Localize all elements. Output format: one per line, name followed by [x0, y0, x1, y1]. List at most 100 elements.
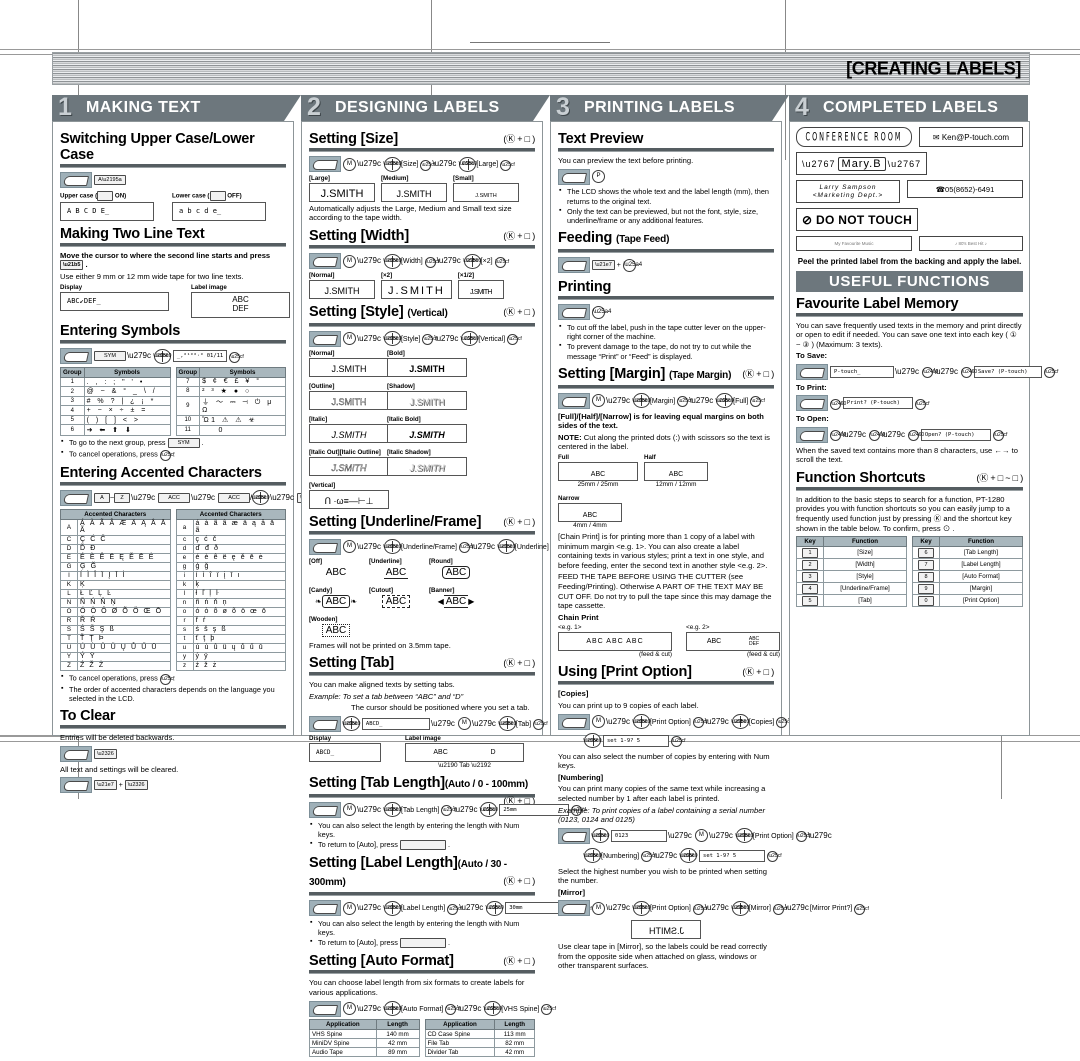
menu-key-icon[interactable]: M	[592, 902, 605, 915]
nav-key-icon[interactable]: \u25c0 \u25b6	[592, 828, 609, 843]
nav-key-icon-2[interactable]: \u25c0 \u25b6	[498, 539, 515, 554]
chapter-tab-2[interactable]: 2 DESIGNING LABELS	[301, 95, 533, 121]
memory-key-icon[interactable]: \u2460	[830, 430, 841, 441]
ok-key-icon[interactable]: \u25cf	[1044, 367, 1055, 378]
ok-key-icon[interactable]: \u25cf	[693, 717, 704, 728]
letter-key-z-icon[interactable]: Z	[114, 493, 130, 503]
shortcut-key-icon[interactable]: 1	[802, 548, 818, 558]
ok-key-icon[interactable]: \u25cf	[915, 399, 926, 410]
nav-key-icon[interactable]: \u25c0 \u25b6	[633, 901, 650, 916]
ok-key-icon[interactable]: \u25cf	[445, 1004, 456, 1015]
ok-key-icon[interactable]: \u25cf	[420, 160, 431, 171]
menu-key-icon[interactable]: M	[458, 717, 471, 730]
nav-key-icon-2[interactable]: \u25c0 \u25b6	[736, 828, 753, 843]
ok-key-icon[interactable]: \u25cf	[796, 831, 807, 842]
accent-key-icon-2[interactable]: ACC	[218, 493, 250, 503]
shortcut-key-icon[interactable]: 9	[918, 584, 934, 594]
nav-key-icon[interactable]: \u25c0 \u25b6	[252, 490, 269, 505]
shift-key-icon[interactable]: \u21e7	[592, 260, 615, 270]
ok-key-icon[interactable]: \u25cf	[441, 805, 452, 816]
nav-key-icon[interactable]: \u25c0 \u25b6	[384, 539, 401, 554]
ok-key-icon[interactable]: \u25cf	[993, 430, 1004, 441]
ok-key-icon-3[interactable]: \u25cf	[767, 851, 778, 862]
nav-key-icon-2[interactable]: \u25c0 \u25b6	[499, 716, 516, 731]
shortcut-key-icon[interactable]: 7	[918, 560, 934, 570]
ok-key-icon[interactable]: \u25cf	[693, 904, 704, 915]
nav-key-icon[interactable]: \u25c0 \u25b6	[384, 157, 401, 172]
nav-key-icon-2[interactable]: \u25c0 \u25b6	[716, 393, 733, 408]
menu-key-icon[interactable]: M	[343, 255, 356, 268]
nav-key-icon-4[interactable]: \u25c0 \u25b6	[680, 848, 697, 863]
shortcut-key-icon[interactable]: 3	[802, 572, 818, 582]
menu-key-icon[interactable]: M	[343, 540, 356, 553]
shortcut-key-icon[interactable]: 8	[918, 572, 934, 582]
enter-key-icon[interactable]: \u21b5	[60, 260, 83, 270]
nav-key-icon-2[interactable]: \u25c0 \u25b6	[486, 901, 503, 916]
nav-key-icon-2[interactable]: \u25c0 \u25b6	[461, 331, 478, 346]
ok-key-icon-2[interactable]: \u25cf	[500, 160, 511, 171]
nav-key-icon[interactable]: \u25c0 \u25b6	[343, 716, 360, 731]
memory-key-icon-2[interactable]: \u2460	[961, 367, 972, 378]
ok-key-icon-2[interactable]: \u25cf	[495, 257, 506, 268]
nav-key-icon[interactable]: \u25c0 \u25b6	[384, 331, 401, 346]
menu-key-icon[interactable]: M	[343, 803, 356, 816]
ok-key-icon[interactable]: \u25cf	[677, 396, 688, 407]
nav-key-icon-3[interactable]: \u25c0 \u25b6	[584, 848, 601, 863]
memory-key-icon[interactable]: \u2460	[922, 367, 933, 378]
ok-key-icon-3[interactable]: \u25cf	[854, 904, 865, 915]
ok-key-icon[interactable]: \u25cf	[533, 719, 544, 730]
memory-key-icon[interactable]: \u2460	[830, 399, 841, 410]
ok-key-icon-2[interactable]: \u25cf	[541, 1004, 552, 1015]
nav-key-icon-2[interactable]: \u25c0 \u25b6	[732, 901, 749, 916]
nav-key-icon[interactable]: \u25c0 \u25b6	[384, 1001, 401, 1016]
menu-key-icon[interactable]: M	[343, 332, 356, 345]
ok-key-icon-3[interactable]: \u25cf	[671, 736, 682, 747]
nav-key-icon-2[interactable]: \u25c0 \u25b6	[732, 714, 749, 729]
memory-key-icon-3[interactable]: \u2460	[908, 430, 919, 441]
print-key-icon[interactable]: \u25a4	[592, 306, 605, 319]
ok-key-icon[interactable]: \u25cf	[425, 257, 436, 268]
shortcut-key-icon[interactable]: 6	[918, 548, 934, 558]
ok-key-icon-2[interactable]: \u25cf	[507, 334, 518, 345]
menu-key-icon[interactable]: M	[343, 1002, 356, 1015]
nav-key-icon-2[interactable]: \u25c0 \u25b6	[484, 1001, 501, 1016]
symbol-key-icon[interactable]: SYM	[94, 351, 126, 361]
ok-key-icon[interactable]: \u25cf	[229, 352, 240, 363]
ok-key-icon[interactable]: \u25cf	[422, 334, 433, 345]
shortcut-key-icon[interactable]: 5	[802, 596, 818, 606]
nav-key-icon-2[interactable]: \u25c0 \u25b6	[480, 802, 497, 817]
shortcut-key-icon[interactable]: 2	[802, 560, 818, 570]
shortcut-key-icon[interactable]: 0	[918, 596, 934, 606]
letter-key-a-icon[interactable]: A	[94, 493, 110, 503]
nav-key-icon-3[interactable]: \u25c0 \u25b6	[584, 733, 601, 748]
nav-key-icon-2[interactable]: \u25c0 \u25b6	[464, 254, 481, 269]
shortcut-key-icon[interactable]: 4	[802, 584, 818, 594]
menu-key-icon[interactable]: M	[592, 715, 605, 728]
menu-key-icon[interactable]: M	[343, 902, 356, 915]
shift-key-icon[interactable]: \u21e7	[94, 780, 117, 790]
memory-key-icon-2[interactable]: \u2460	[869, 430, 880, 441]
menu-key-icon[interactable]: M	[592, 394, 605, 407]
print-key-icon[interactable]: \u25a4	[623, 259, 636, 272]
chapter-tab-3[interactable]: 3 PRINTING LABELS	[550, 95, 772, 121]
nav-key-icon[interactable]: \u25c0 \u25b6	[154, 349, 171, 364]
menu-key-icon[interactable]: M	[343, 158, 356, 171]
nav-key-icon[interactable]: \u25c0 \u25b6	[633, 393, 650, 408]
nav-key-icon[interactable]: \u25c0 \u25b6	[384, 901, 401, 916]
preview-key-icon[interactable]: P	[592, 170, 605, 183]
nav-key-icon[interactable]: \u25c0 \u25b6	[384, 802, 401, 817]
chapter-tab-4[interactable]: 4 COMPLETED LABELS	[789, 95, 1028, 121]
ok-key-icon-2[interactable]: \u25cf	[750, 396, 761, 407]
nav-key-icon[interactable]: \u25c0 \u25b6	[633, 714, 650, 729]
nav-key-icon-2[interactable]: \u25c0 \u25b6	[459, 157, 476, 172]
delete-key-icon[interactable]: \u2326	[94, 749, 117, 759]
caps-key-icon[interactable]: A\u2195a	[94, 175, 126, 185]
menu-key-icon[interactable]: M	[695, 829, 708, 842]
ok-key-icon[interactable]: \u25cf	[447, 904, 458, 915]
chapter-tab-1[interactable]: 1 MAKING TEXT	[52, 95, 284, 121]
ok-key-icon-2[interactable]: \u25cf	[773, 904, 784, 915]
ok-key-icon-2[interactable]: \u25cf	[776, 717, 787, 728]
accent-key-icon[interactable]: ACC	[158, 493, 190, 503]
ok-key-icon[interactable]: \u25cf	[459, 542, 470, 553]
delete-key-icon-2[interactable]: \u2326	[125, 780, 148, 790]
